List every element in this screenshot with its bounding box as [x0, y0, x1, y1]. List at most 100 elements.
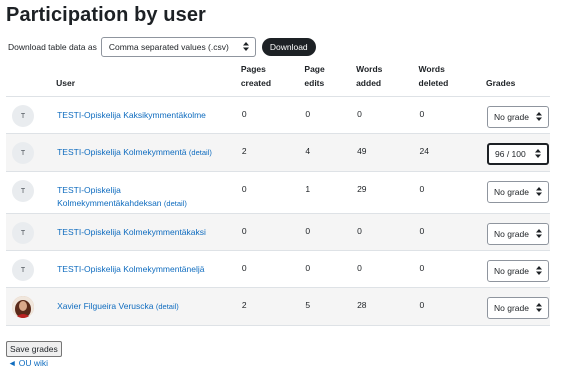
page-edits-cell: 0: [304, 96, 357, 134]
table-body: T TESTI-Opiskelija Kaksikymmentäkolme 0 0 0 0…: [6, 96, 550, 326]
participation-table: User Pages created Page edits Words added W…: [6, 62, 550, 326]
user-name-link[interactable]: TESTI-Opiskelija Kaksikymmentäkolme: [57, 110, 206, 120]
table-row: T TESTI-Opiskelija Kolmekymmentäneljä 0 0 0 0…: [6, 250, 550, 288]
words-added-cell: 29: [356, 171, 419, 214]
user-name-link[interactable]: TESTI-Opiskelija Kolmekymmentäneljä: [57, 264, 204, 274]
grade-select[interactable]: No grade: [487, 260, 549, 282]
pages-created-cell: 0: [240, 171, 305, 214]
words-deleted-cell: 0: [418, 96, 486, 134]
page-edits-cell: 4: [304, 133, 357, 172]
user-cell: TESTI-Opiskelija Kolmekymmentäkahdeksan (…: [56, 171, 241, 214]
avatar-cell: [6, 287, 57, 326]
avatar[interactable]: T: [12, 222, 34, 244]
up-down-caret-icon: [242, 41, 249, 53]
grade-cell: No grade: [486, 171, 550, 214]
grade-select[interactable]: No grade: [487, 223, 549, 245]
detail-link[interactable]: (detail): [156, 302, 179, 311]
avatar-cell: T: [6, 250, 57, 288]
words-deleted-cell: 0: [418, 250, 486, 288]
header-page-edits[interactable]: Page edits: [304, 62, 357, 97]
header-user[interactable]: User: [56, 62, 241, 97]
table-header-row: User Pages created Page edits Words added W…: [6, 62, 550, 97]
header-pages-created[interactable]: Pages created: [240, 62, 305, 97]
grade-value: No grade: [494, 303, 529, 313]
grade-value: No grade: [494, 266, 529, 276]
user-name-link[interactable]: TESTI-Opiskelija Kolmekymmentäkaksi: [57, 227, 206, 237]
table-row: T TESTI-Opiskelija Kolmekymmentäkahdeksan …: [6, 171, 550, 214]
user-cell: TESTI-Opiskelija Kaksikymmentäkolme: [56, 96, 241, 134]
grade-value: No grade: [494, 112, 529, 122]
user-name-link[interactable]: Kolmekymmentäkahdeksan: [57, 198, 161, 208]
avatar[interactable]: [12, 296, 34, 318]
avatar-cell: T: [6, 213, 57, 251]
words-added-cell: 49: [356, 133, 419, 172]
up-down-caret-icon: [535, 148, 541, 160]
user-name-link[interactable]: TESTI-Opiskelija Kolmekymmentä: [57, 147, 186, 157]
pages-created-cell: 2: [240, 133, 305, 172]
grade-cell: No grade: [486, 96, 550, 134]
back-to-wiki-link[interactable]: ◄ OU wiki: [8, 358, 48, 368]
user-cell: TESTI-Opiskelija Kolmekymmentäkaksi: [56, 213, 241, 251]
page-title: Participation by user: [6, 4, 206, 26]
words-added-cell: 0: [356, 213, 419, 251]
up-down-caret-icon: [536, 186, 542, 198]
user-cell: Xavier Filgueira Veruscka (detail): [56, 287, 241, 326]
words-deleted-cell: 0: [418, 213, 486, 251]
header-grades: Grades: [486, 62, 550, 97]
detail-link[interactable]: (detail): [189, 148, 212, 157]
avatar[interactable]: T: [12, 142, 34, 164]
grade-value: No grade: [494, 187, 529, 197]
words-added-cell: 0: [356, 96, 419, 134]
words-deleted-cell: 0: [418, 287, 486, 326]
avatar-cell: T: [6, 171, 57, 214]
user-cell: TESTI-Opiskelija Kolmekymmentäneljä: [56, 250, 241, 288]
detail-link[interactable]: (detail): [164, 199, 187, 208]
grade-select[interactable]: No grade: [487, 181, 549, 203]
pages-created-cell: 2: [240, 287, 305, 326]
table-row: T TESTI-Opiskelija Kolmekymmentä (detail)…: [6, 133, 550, 172]
header-words-added[interactable]: Words added: [356, 62, 419, 97]
grade-cell: No grade: [486, 213, 550, 251]
avatar[interactable]: T: [12, 180, 34, 202]
up-down-caret-icon: [536, 265, 542, 277]
download-format-value: Comma separated values (.csv): [108, 42, 229, 52]
words-deleted-cell: 0: [418, 171, 486, 214]
table-row: T TESTI-Opiskelija Kolmekymmentäkaksi 0 0 0 0…: [6, 213, 550, 251]
pages-created-cell: 0: [240, 96, 305, 134]
grade-value: 96 / 100: [495, 149, 526, 159]
user-name-link[interactable]: Xavier Filgueira Veruscka: [57, 301, 153, 311]
grade-select[interactable]: No grade: [487, 297, 549, 319]
words-deleted-cell: 24: [418, 133, 486, 172]
header-avatar: [6, 62, 57, 97]
grade-select[interactable]: No grade: [487, 106, 549, 128]
grade-value: No grade: [494, 229, 529, 239]
table-row: T TESTI-Opiskelija Kaksikymmentäkolme 0 0 0 0…: [6, 96, 550, 134]
grade-select[interactable]: 96 / 100: [487, 143, 549, 165]
download-format-select[interactable]: Comma separated values (.csv): [100, 37, 256, 57]
up-down-caret-icon: [536, 302, 542, 314]
avatar[interactable]: T: [12, 105, 34, 127]
avatar-cell: T: [6, 133, 57, 172]
up-down-caret-icon: [536, 111, 542, 123]
page-edits-cell: 0: [304, 213, 357, 251]
download-button[interactable]: Download: [261, 38, 316, 56]
download-label: Download table data as: [8, 42, 97, 52]
grade-cell: No grade: [486, 287, 550, 326]
user-name-link[interactable]: TESTI-Opiskelija: [57, 185, 121, 195]
avatar[interactable]: T: [12, 259, 34, 281]
words-added-cell: 28: [356, 287, 419, 326]
words-added-cell: 0: [356, 250, 419, 288]
download-row: Download table data as Comma separated v…: [8, 36, 316, 58]
page-edits-cell: 1: [304, 171, 357, 214]
grade-cell: 96 / 100: [486, 133, 550, 172]
up-down-caret-icon: [536, 228, 542, 240]
page-edits-cell: 5: [304, 287, 357, 326]
pages-created-cell: 0: [240, 213, 305, 251]
save-grades-button[interactable]: Save grades: [6, 341, 62, 357]
table-row: Xavier Filgueira Veruscka (detail) 2 5 28 0 N…: [6, 287, 550, 326]
header-words-deleted[interactable]: Words deleted: [418, 62, 486, 97]
pages-created-cell: 0: [240, 250, 305, 288]
avatar-cell: T: [6, 96, 57, 134]
user-cell: TESTI-Opiskelija Kolmekymmentä (detail): [56, 133, 241, 172]
page-edits-cell: 0: [304, 250, 357, 288]
